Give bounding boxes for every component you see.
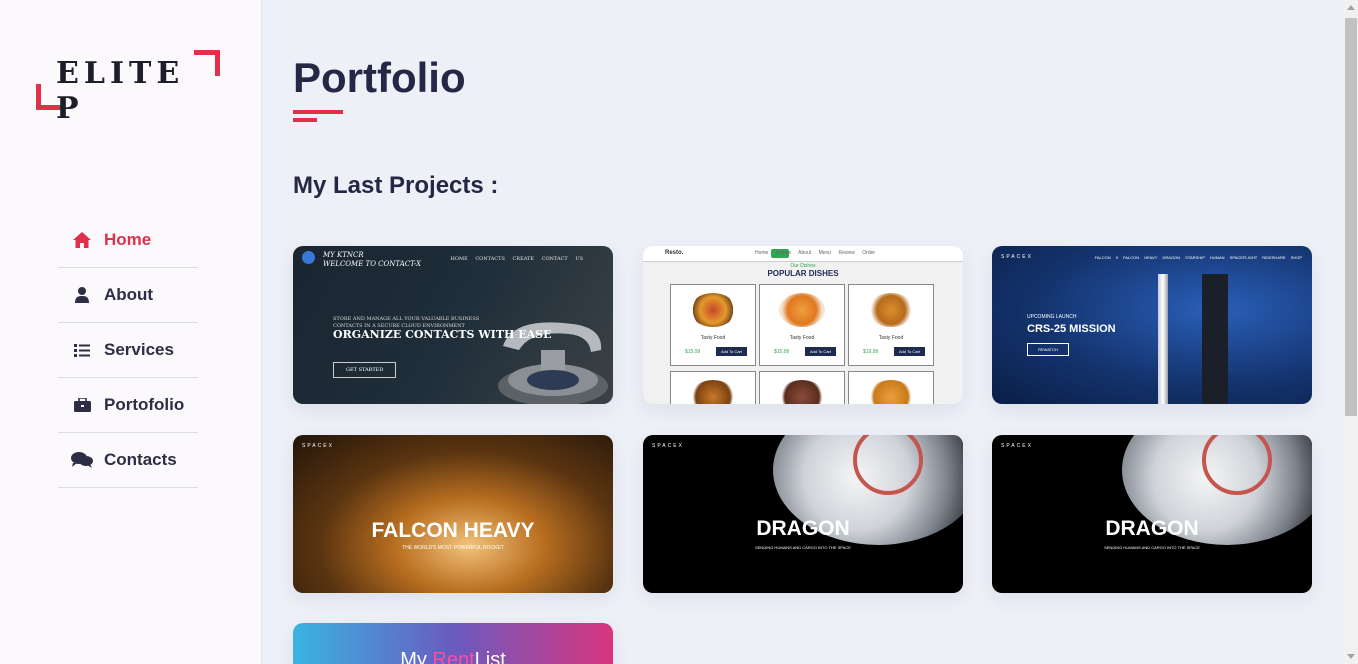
contact-header-line1: MY KTNCR: [323, 251, 364, 259]
crs-title: CRS-25 MISSION: [1027, 323, 1116, 335]
contact-header: MY KTNCR WELCOME TO CONTACT-X: [323, 251, 421, 269]
section-subtitle: My Last Projects :: [293, 172, 499, 199]
briefcase-icon: [66, 398, 98, 412]
dragon-title: DRAGON: [1105, 517, 1199, 540]
contact-header-line2: WELCOME TO CONTACT-X: [323, 260, 421, 269]
dish-card: Tasty Food $19.99 Add To Cart: [848, 284, 934, 366]
sidebar-item-home[interactable]: Home: [58, 213, 198, 268]
comments-icon: [66, 452, 98, 468]
add-to-cart-button: Add To Cart: [715, 347, 747, 356]
logo[interactable]: ELITE P: [36, 50, 220, 126]
fried-chicken-image: [868, 380, 914, 404]
sidebar-item-label: Contacts: [104, 450, 177, 469]
resto-menu: Home Dishes About Menu Review Order: [755, 250, 876, 256]
dessert-image: [779, 380, 825, 404]
sidebar-item-label: About: [104, 285, 154, 304]
dish-price: $15.99: [774, 348, 790, 355]
list-icon: [66, 343, 98, 357]
project-card-contact[interactable]: MY KTNCR WELCOME TO CONTACT-X HOME CONTA…: [293, 246, 613, 404]
sidebar-item-label: Portofolio: [104, 395, 185, 414]
title-underline: [293, 110, 343, 114]
rentlist-title: My RentList: [293, 649, 613, 664]
dish-card: Tasty Food $15.99 Add To Cart: [670, 284, 756, 366]
project-card-dragon-2[interactable]: SPACEX DRAGON SENDING HUMANS AND CARGO I…: [992, 435, 1312, 593]
scrollbar-thumb[interactable]: [1345, 18, 1357, 416]
project-card-rent-list[interactable]: My RentList: [293, 623, 613, 664]
sidebar-item-portofolio[interactable]: Portofolio: [58, 378, 198, 433]
sidebar: ELITE P Home About Services Portofolio C…: [0, 0, 262, 664]
sidebar-item-label: Services: [104, 340, 174, 359]
dish-card: [759, 371, 845, 404]
rentlist-title-post: List: [474, 649, 506, 664]
rentlist-title-accent: Rent: [432, 649, 475, 664]
rocket-image: [1158, 274, 1168, 404]
avatar-icon: [302, 251, 315, 264]
add-to-cart-button: Add To Cart: [804, 347, 836, 356]
dish-price: $15.99: [685, 348, 701, 355]
pizza-image: [690, 380, 736, 404]
burger-image: [690, 293, 736, 327]
title-underline-short: [293, 118, 317, 122]
project-card-resto[interactable]: Resto. Home Dishes About Menu Review Ord…: [643, 246, 963, 404]
chicken-image: [868, 293, 914, 327]
sidebar-item-about[interactable]: About: [58, 268, 198, 323]
dish-card: [670, 371, 756, 404]
dragon-tagline: SENDING HUMANS AND CARGO INTO THE SPACE: [1104, 545, 1200, 550]
project-card-dragon[interactable]: SPACEX DRAGON SENDING HUMANS AND CARGO I…: [643, 435, 963, 593]
dish-card: [848, 371, 934, 404]
resto-navbar: Resto. Home Dishes About Menu Review Ord…: [643, 246, 963, 262]
dragon-tagline: SENDING HUMANS AND CARGO INTO THE SPACE: [755, 545, 851, 550]
launch-tower-image: [1202, 274, 1228, 404]
scroll-down-arrow-icon[interactable]: [1347, 654, 1355, 659]
resto-title: POPULAR DISHES: [767, 269, 839, 278]
scroll-up-arrow-icon[interactable]: [1347, 5, 1355, 10]
spacex-logo: SPACEX: [652, 443, 684, 449]
falcon-tagline: THE WORLD'S MOST POWERFUL ROCKET: [402, 545, 504, 551]
resto-brand: Resto.: [665, 250, 684, 256]
get-started-button: GET STARTED: [333, 362, 397, 378]
project-card-crs25[interactable]: SPACEX FALCON 9 FALCON HEAVY DRAGON STAR…: [992, 246, 1312, 404]
sidebar-item-services[interactable]: Services: [58, 323, 198, 378]
home-icon: [66, 232, 98, 248]
crs-kicker: UPCOMING LAUNCH: [1027, 314, 1077, 320]
project-card-falcon-heavy[interactable]: SPACEX FALCON HEAVY THE WORLD'S MOST POW…: [293, 435, 613, 593]
spacex-logo: SPACEX: [1001, 443, 1033, 449]
add-to-cart-button: Add To Cart: [893, 347, 925, 356]
sidebar-item-label: Home: [104, 230, 152, 249]
nuggets-image: [779, 293, 825, 327]
spacex-menu: FALCON 9 FALCON HEAVY DRAGON STARSHIP HU…: [1094, 255, 1302, 260]
page-title: Portfolio: [293, 54, 466, 101]
rewatch-button: REWATCH: [1027, 343, 1069, 356]
vertical-scrollbar[interactable]: [1343, 0, 1358, 664]
contact-nav: HOME CONTACTS CREATE CONTACT US: [450, 256, 583, 262]
contact-headline: ORGANIZE CONTACTS WITH EASE: [333, 328, 552, 341]
dragon-title: DRAGON: [756, 517, 850, 540]
spacex-logo: SPACEX: [302, 443, 334, 449]
dish-card: Tasty Food $15.99 Add To Cart: [759, 284, 845, 366]
main-content: Portfolio My Last Projects : MY KTNCR WE…: [263, 0, 1343, 664]
sidebar-item-contacts[interactable]: Contacts: [58, 433, 198, 488]
logo-text: ELITE P: [56, 56, 185, 126]
rentlist-title-pre: My: [400, 649, 433, 664]
spacex-logo: SPACEX: [1001, 254, 1033, 260]
sidebar-nav: Home About Services Portofolio Contacts: [58, 213, 198, 488]
falcon-title: FALCON HEAVY: [371, 519, 535, 542]
dish-price: $19.99: [863, 348, 879, 355]
user-icon: [66, 287, 98, 303]
